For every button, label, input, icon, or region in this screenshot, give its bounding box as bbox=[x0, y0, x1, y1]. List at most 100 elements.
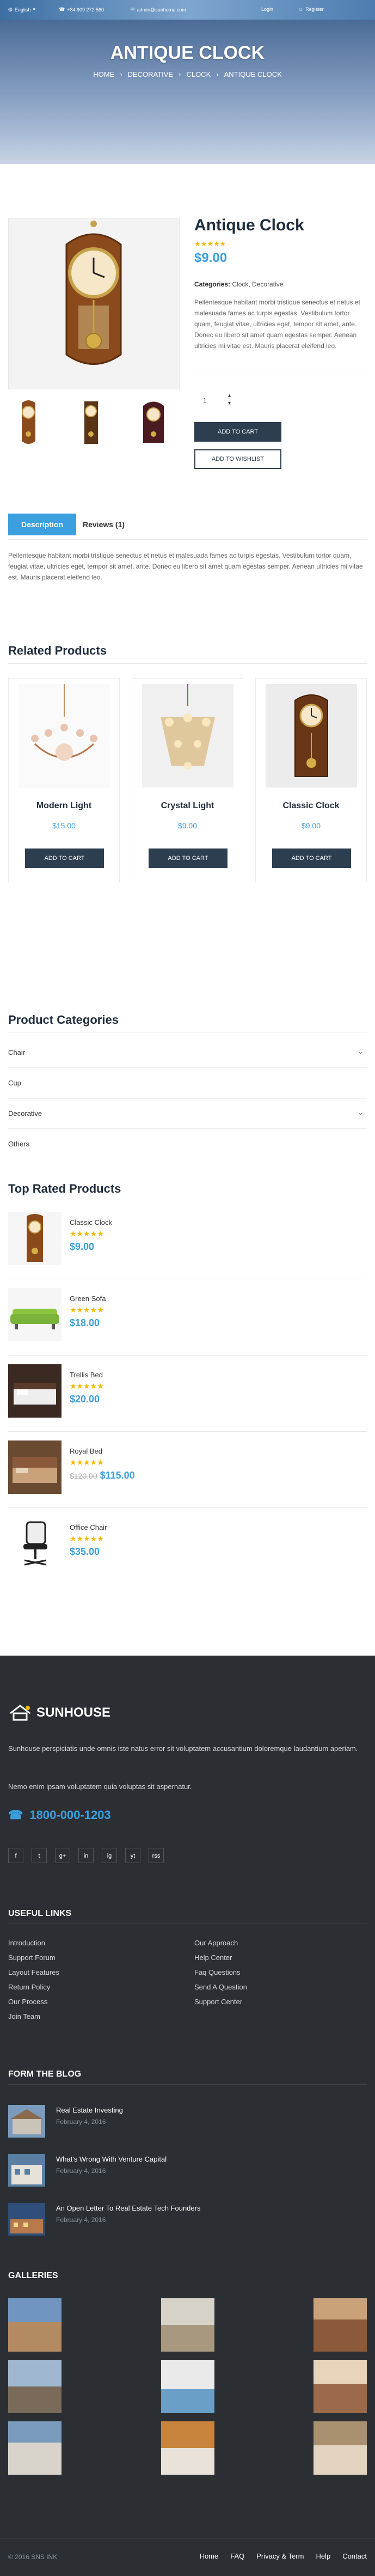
footer-link[interactable]: Help Center bbox=[194, 1954, 247, 1962]
facebook-icon[interactable]: f bbox=[8, 1848, 23, 1863]
tab-description[interactable]: Description bbox=[8, 514, 76, 535]
add-to-cart-button[interactable]: ADD TO CART bbox=[272, 849, 351, 868]
product-main-image[interactable] bbox=[8, 218, 180, 389]
blog-post[interactable]: An Open Letter To Real Estate Tech Found… bbox=[8, 2203, 367, 2236]
blog-thumbnail[interactable] bbox=[8, 2105, 45, 2138]
categories-links[interactable]: Clock, Decorative bbox=[232, 280, 283, 288]
product-name[interactable]: Crystal Light bbox=[132, 801, 243, 811]
product-name[interactable]: Modern Light bbox=[9, 801, 119, 811]
top-rated-item[interactable]: Office Chair ★★★★★ $35.00 bbox=[8, 1517, 367, 1588]
breadcrumb-clock[interactable]: CLOCK bbox=[186, 70, 211, 78]
product-thumbnail[interactable] bbox=[8, 1517, 62, 1570]
footer-link[interactable]: Faq Questions bbox=[194, 1968, 247, 1976]
product-image[interactable] bbox=[142, 684, 233, 788]
breadcrumb-home[interactable]: HOME bbox=[93, 70, 114, 78]
twitter-icon[interactable]: t bbox=[32, 1848, 47, 1863]
product-thumbnail[interactable] bbox=[133, 395, 174, 449]
blog-thumbnail[interactable] bbox=[8, 2154, 45, 2187]
phone-icon: ☎ bbox=[59, 7, 65, 12]
gallery-image[interactable] bbox=[313, 2421, 367, 2475]
product-thumbnail[interactable] bbox=[8, 1440, 62, 1494]
footer-nav-contact[interactable]: Contact bbox=[342, 2552, 367, 2560]
footer-link[interactable]: Layout Features bbox=[8, 1968, 59, 1976]
footer-link[interactable]: Send A Question bbox=[194, 1983, 247, 1991]
product-thumbnail[interactable] bbox=[8, 1212, 62, 1265]
gallery-image[interactable] bbox=[313, 2298, 367, 2352]
youtube-icon[interactable]: yt bbox=[125, 1848, 140, 1863]
footer-link[interactable]: Our Approach bbox=[194, 1939, 247, 1947]
register-link[interactable]: ☺ Register bbox=[298, 7, 324, 12]
blog-thumbnail[interactable] bbox=[8, 2203, 45, 2236]
related-product-card[interactable]: Crystal Light $9.00 ADD TO CART bbox=[132, 678, 243, 882]
footer-link[interactable]: Introduction bbox=[8, 1939, 59, 1947]
footer-phone[interactable]: ☎ 1800-000-1203 bbox=[8, 1808, 111, 1822]
category-item-decorative[interactable]: Decorative ⌄ bbox=[8, 1098, 367, 1129]
product-thumbnail[interactable] bbox=[8, 395, 49, 449]
house-logo-icon bbox=[10, 1705, 30, 1721]
category-item-chair[interactable]: Chair ⌄ bbox=[8, 1037, 367, 1068]
email-info[interactable]: ✉ admin@sunhome.com bbox=[131, 7, 186, 13]
product-name[interactable]: Royal Bed bbox=[70, 1447, 102, 1455]
product-thumbnail[interactable] bbox=[71, 395, 112, 449]
quantity-stepper[interactable]: 1 ▴ ▾ bbox=[194, 392, 238, 408]
tab-reviews[interactable]: Reviews (1) bbox=[83, 514, 151, 535]
product-name[interactable]: Green Sofa bbox=[70, 1295, 106, 1303]
blog-post[interactable]: What's Wrong With Venture Capital Februa… bbox=[8, 2154, 367, 2187]
blog-post-title[interactable]: Real Estate Investing bbox=[56, 2106, 123, 2114]
footer-link[interactable]: Support Center bbox=[194, 1998, 247, 2006]
related-product-card[interactable]: Modern Light $15.00 ADD TO CART bbox=[8, 678, 120, 882]
product-image[interactable] bbox=[19, 684, 110, 788]
product-name[interactable]: Office Chair bbox=[70, 1523, 107, 1531]
footer-nav-privacy[interactable]: Privacy & Term bbox=[256, 2552, 304, 2560]
add-to-wishlist-button[interactable]: ADD TO WISHLIST bbox=[194, 449, 281, 469]
blog-post[interactable]: Real Estate Investing February 4, 2016 bbox=[8, 2105, 367, 2138]
login-link[interactable]: Login bbox=[261, 7, 273, 12]
add-to-cart-button[interactable]: ADD TO CART bbox=[25, 849, 104, 868]
product-name[interactable]: Trellis Bed bbox=[70, 1371, 103, 1379]
footer-nav-home[interactable]: Home bbox=[200, 2552, 219, 2560]
chevron-down-icon[interactable]: ⌄ bbox=[358, 1108, 364, 1117]
product-rating: ★★★★★ bbox=[194, 240, 226, 248]
top-rated-item[interactable]: Green Sofa ★★★★★ $18.00 bbox=[8, 1288, 367, 1359]
top-rated-item[interactable]: Trellis Bed ★★★★★ $20.00 bbox=[8, 1364, 367, 1435]
blog-post-title[interactable]: An Open Letter To Real Estate Tech Found… bbox=[56, 2204, 200, 2212]
product-image[interactable] bbox=[266, 684, 357, 788]
category-item-cup[interactable]: Cup bbox=[8, 1068, 367, 1098]
gallery-image[interactable] bbox=[8, 2421, 62, 2475]
phone-number: 1800-000-1203 bbox=[29, 1808, 111, 1822]
instagram-icon[interactable]: ig bbox=[102, 1848, 117, 1863]
footer-link[interactable]: Return Policy bbox=[8, 1983, 59, 1991]
stepper-arrows-icon[interactable]: ▴ ▾ bbox=[228, 392, 231, 407]
footer-link[interactable]: Support Forum bbox=[8, 1954, 59, 1962]
gallery-image[interactable] bbox=[161, 2421, 214, 2475]
top-rated-item[interactable]: Royal Bed ★★★★★ $120.00 $115.00 bbox=[8, 1440, 367, 1511]
gallery-image[interactable] bbox=[8, 2360, 62, 2413]
category-item-others[interactable]: Others bbox=[8, 1129, 367, 1159]
footer-link[interactable]: Join Team bbox=[8, 2012, 59, 2020]
product-name[interactable]: Classic Clock bbox=[256, 801, 366, 811]
related-product-card[interactable]: Classic Clock $9.00 ADD TO CART bbox=[255, 678, 367, 882]
footer-logo[interactable]: SUNHOUSE bbox=[8, 1705, 110, 1721]
phone-icon: ☎ bbox=[8, 1808, 23, 1822]
product-thumbnail[interactable] bbox=[8, 1364, 62, 1418]
gallery-image[interactable] bbox=[8, 2298, 62, 2352]
gallery-image[interactable] bbox=[161, 2298, 214, 2352]
footer-link[interactable]: Our Process bbox=[8, 1998, 59, 2006]
blog-post-title[interactable]: What's Wrong With Venture Capital bbox=[56, 2155, 167, 2163]
top-rated-item[interactable]: Classic Clock ★★★★★ $9.00 bbox=[8, 1212, 367, 1283]
related-products-title: Related Products bbox=[8, 644, 107, 657]
google-plus-icon[interactable]: g+ bbox=[55, 1848, 70, 1863]
footer-nav-help[interactable]: Help bbox=[316, 2552, 330, 2560]
footer-nav-faq[interactable]: FAQ bbox=[230, 2552, 244, 2560]
chevron-down-icon[interactable]: ⌄ bbox=[358, 1047, 364, 1056]
gallery-image[interactable] bbox=[161, 2360, 214, 2413]
product-thumbnail[interactable] bbox=[8, 1288, 62, 1341]
add-to-cart-button[interactable]: ADD TO CART bbox=[149, 849, 228, 868]
breadcrumb-decorative[interactable]: DECORATIVE bbox=[128, 70, 174, 78]
add-to-cart-button[interactable]: ADD TO CART bbox=[194, 422, 281, 442]
language-selector[interactable]: ◍ English ▾ bbox=[8, 7, 35, 13]
rss-icon[interactable]: rss bbox=[149, 1848, 164, 1863]
linkedin-icon[interactable]: in bbox=[78, 1848, 94, 1863]
product-name[interactable]: Classic Clock bbox=[70, 1218, 112, 1226]
gallery-image[interactable] bbox=[313, 2360, 367, 2413]
